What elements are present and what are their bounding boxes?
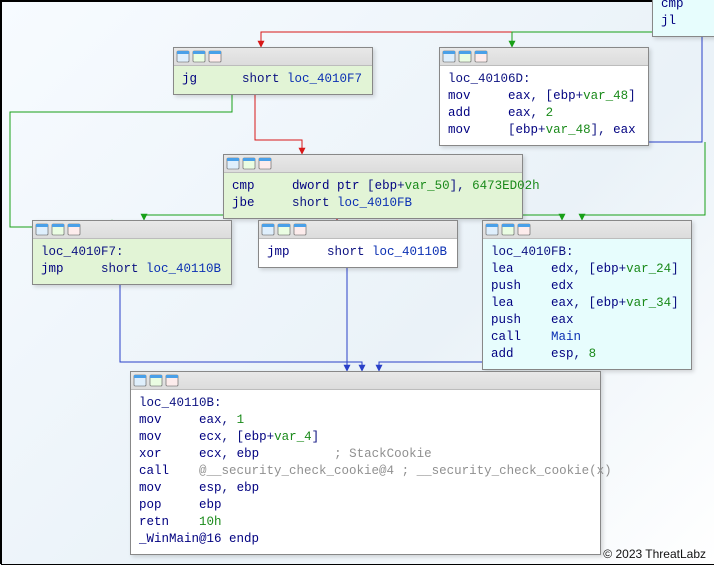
win-icon [485, 223, 499, 236]
node-cmp[interactable]: cmp dword ptr [ebp+var_50], 6473ED02h jb… [223, 154, 523, 219]
node-icon [501, 223, 515, 236]
win-icon [261, 223, 275, 236]
titlebar [174, 48, 372, 66]
node-40106d-body: loc_40106D: mov eax, [ebp+var_48] add ea… [440, 66, 648, 145]
flag-icon [208, 50, 222, 63]
flag-icon [474, 50, 488, 63]
win-icon [133, 374, 147, 387]
win-icon [226, 157, 240, 170]
node-top-cut[interactable]: cmp dw jl sho [652, 0, 714, 37]
node-4010fb[interactable]: loc_4010FB: lea edx, [ebp+var_24] push e… [482, 220, 692, 370]
node-icon [192, 50, 206, 63]
titlebar [33, 221, 231, 239]
node-icon [51, 223, 65, 236]
node-40110b[interactable]: loc_40110B: mov eax, 1 mov ecx, [ebp+var… [130, 371, 601, 555]
node-icon [458, 50, 472, 63]
titlebar [483, 221, 691, 239]
win-icon [176, 50, 190, 63]
win-icon [35, 223, 49, 236]
titlebar [259, 221, 457, 239]
node-top-cut-body: cmp dw jl sho [653, 0, 714, 36]
node-icon [277, 223, 291, 236]
titlebar [131, 372, 600, 390]
node-jg[interactable]: jg short loc_4010F7 [173, 47, 373, 95]
flag-icon [258, 157, 272, 170]
node-4010f7-body: loc_4010F7: jmp short loc_40110B [33, 239, 231, 284]
node-jmp[interactable]: jmp short loc_40110B [258, 220, 458, 268]
node-4010fb-body: loc_4010FB: lea edx, [ebp+var_24] push e… [483, 239, 691, 369]
node-icon [242, 157, 256, 170]
win-icon [442, 50, 456, 63]
node-jmp-body: jmp short loc_40110B [259, 239, 457, 267]
flag-icon [517, 223, 531, 236]
node-cmp-body: cmp dword ptr [ebp+var_50], 6473ED02h jb… [224, 173, 522, 218]
copyright-text: © 2023 ThreatLabz [603, 547, 706, 561]
node-40110b-body: loc_40110B: mov eax, 1 mov ecx, [ebp+var… [131, 390, 600, 554]
flag-icon [293, 223, 307, 236]
node-icon [149, 374, 163, 387]
node-40106d[interactable]: loc_40106D: mov eax, [ebp+var_48] add ea… [439, 47, 649, 146]
flag-icon [67, 223, 81, 236]
flag-icon [165, 374, 179, 387]
graph-canvas: { "colors": { "edge_true": "#18a018", "e… [2, 2, 714, 564]
titlebar [224, 155, 522, 173]
node-4010f7[interactable]: loc_4010F7: jmp short loc_40110B [32, 220, 232, 285]
node-jg-body: jg short loc_4010F7 [174, 66, 372, 94]
titlebar [440, 48, 648, 66]
